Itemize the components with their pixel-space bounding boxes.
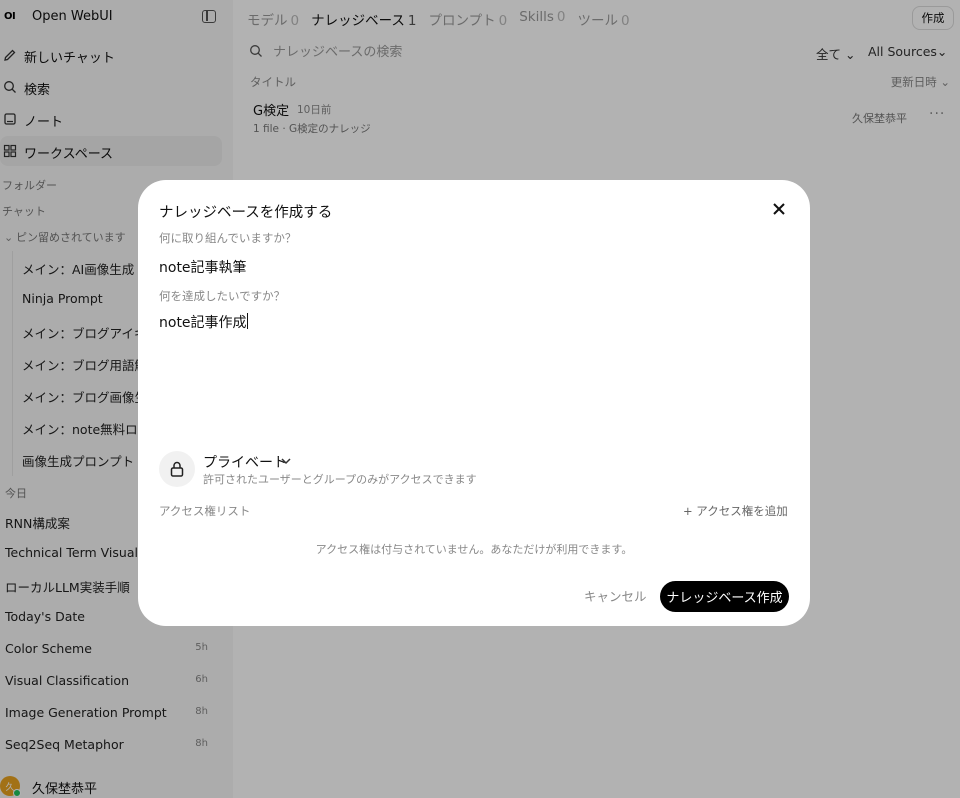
no-access-message: アクセス権は付与されていません。あなただけが利用できます。 xyxy=(315,543,633,556)
access-type-description: 許可されたユーザーとグループのみがアクセスできます xyxy=(203,473,477,486)
add-access-button[interactable]: + アクセス権を追加 xyxy=(683,503,788,519)
close-icon[interactable] xyxy=(770,200,788,218)
access-list-label: アクセス権リスト xyxy=(159,504,251,518)
description-textarea[interactable]: note記事作成 xyxy=(159,312,248,332)
modal-title: ナレッジベースを作成する xyxy=(159,205,333,221)
description-text: note記事作成 xyxy=(159,315,247,331)
cancel-button[interactable]: キャンセル xyxy=(584,586,647,605)
create-knowledge-modal: ナレッジベースを作成する 何に取り組んでいますか？ note記事執筆 何を達成し… xyxy=(138,180,810,626)
description-field-label: 何を達成したいですか？ xyxy=(159,289,286,303)
chevron-down-icon[interactable] xyxy=(279,454,293,468)
name-field-label: 何に取り組んでいますか？ xyxy=(159,231,297,245)
access-type-dropdown[interactable]: プライベート xyxy=(203,452,287,472)
lock-icon xyxy=(159,451,195,487)
name-input[interactable]: note記事執筆 xyxy=(159,257,247,277)
text-caret xyxy=(246,313,248,329)
create-knowledge-button[interactable]: ナレッジベース作成 xyxy=(660,581,789,612)
